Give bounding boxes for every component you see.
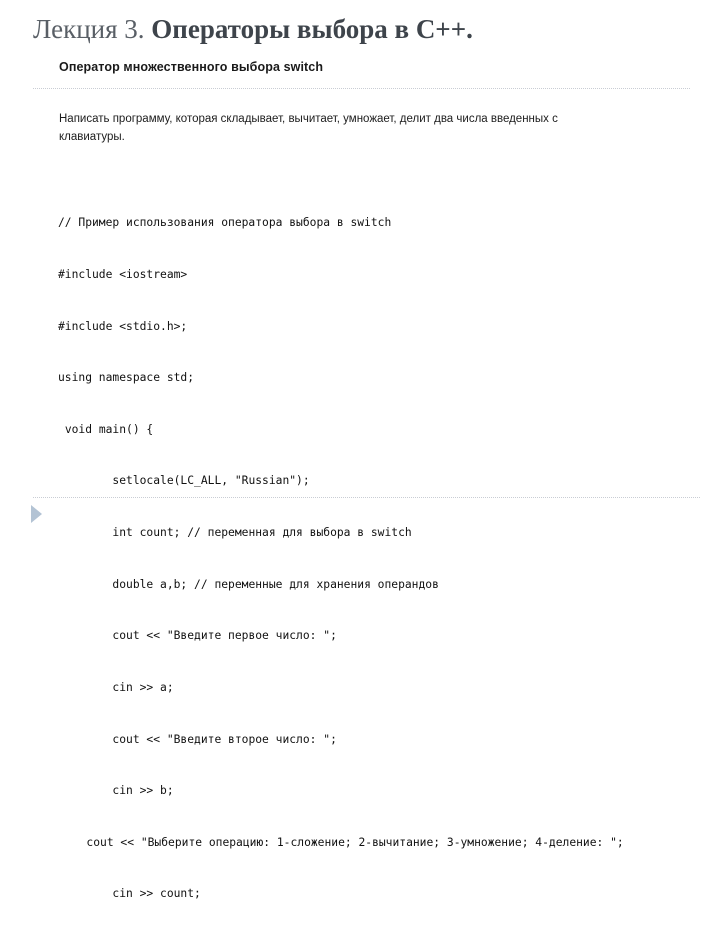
divider-bottom [33, 497, 700, 499]
code-line: int count; // переменная для выбора в sw… [58, 526, 412, 540]
code-listing: // Пример использования оператора выбора… [58, 180, 698, 937]
code-line: #include <iostream> [58, 268, 188, 282]
slide-canvas: Лекция 3. Операторы выбора в C++. Операт… [0, 0, 720, 900]
slide-subtitle: Оператор множественного выбора switch [59, 60, 324, 74]
code-line: using namespace std; [58, 371, 195, 385]
code-line: cout << "Введите первое число: "; [58, 629, 337, 643]
code-line: cout << "Введите второе число: "; [58, 732, 337, 746]
page-title: Лекция 3. Операторы выбора в C++. [33, 14, 693, 46]
task-description: Написать программу, которая складывает, … [59, 113, 558, 143]
code-line: cout << "Выберите операцию: 1-сложение; … [32, 835, 624, 849]
title-lead-text: Лекция 3. [33, 14, 152, 44]
code-line: // Пример использования оператора выбора… [58, 216, 392, 230]
title-main-text: Операторы выбора в C++. [151, 14, 473, 44]
code-line: #include <stdio.h>; [58, 319, 188, 333]
play-triangle-icon[interactable] [31, 505, 42, 523]
code-line: cin >> a; [58, 680, 174, 694]
code-line: void main() { [58, 422, 154, 436]
code-line: cin >> b; [58, 784, 174, 798]
code-line: double a,b; // переменные для хранения о… [58, 577, 439, 591]
divider-top [33, 88, 690, 90]
code-line: cin >> count; [58, 887, 201, 901]
code-line: setlocale(LC_ALL, "Russian"); [58, 474, 310, 488]
